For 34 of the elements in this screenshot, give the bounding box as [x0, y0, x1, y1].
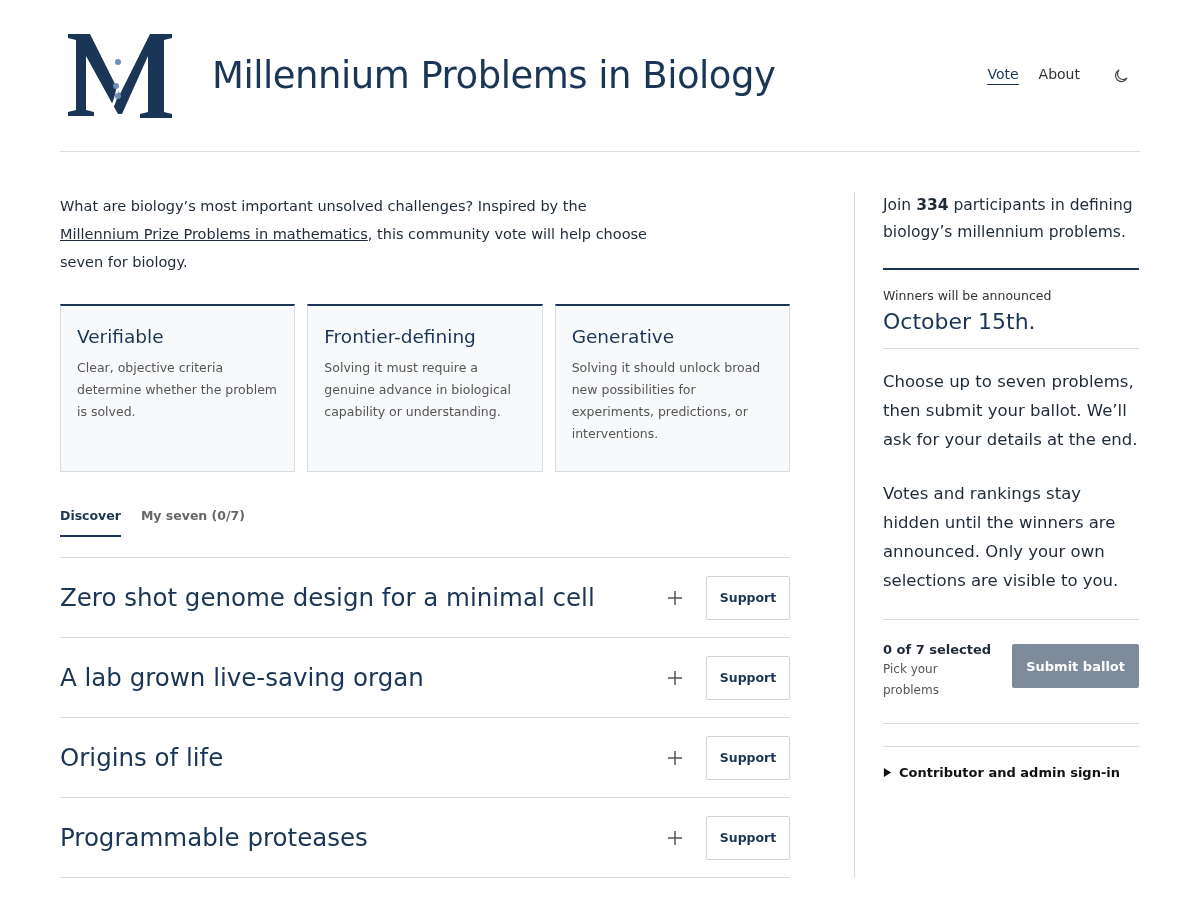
plus-icon[interactable]: [668, 670, 682, 685]
millennium-prize-link[interactable]: Millennium Prize Problems in mathematics: [60, 226, 368, 242]
participants-text: Join 334 participants in defining biology’s millennium problems.: [883, 192, 1139, 270]
problem-title[interactable]: Zero shot genome design for a minimal cell: [60, 583, 668, 612]
announcement-label: Winners will be announced: [883, 288, 1053, 303]
problem-title[interactable]: Origins of life: [60, 743, 668, 772]
plus-icon[interactable]: [668, 750, 682, 765]
announcement-date: October 15th.: [883, 309, 1037, 334]
caret-icon: [883, 768, 892, 777]
criterion-text: Solving it should unlock broad new possibilities for experiments, predictions, or interventions.: [571, 359, 762, 443]
selection-count: 0 of 7 selected: [883, 642, 992, 657]
selection-hint: Pick your problems: [883, 661, 940, 699]
support-button[interactable]: Support: [706, 655, 790, 700]
tab[interactable]: My seven (0/7): [140, 508, 245, 537]
intro-paragraph: What are biology’s most important unsolved challenges? Inspired by the Millennium Prize Problems in mathematics, this community vote will help choose seven for biology.: [60, 197, 649, 272]
criterion-text: Solving it must require a genuine advance in biological capability or understanding.: [324, 359, 512, 421]
problem-title[interactable]: A lab grown live-saving organ: [60, 663, 668, 692]
problem-title[interactable]: Programmable proteases: [60, 823, 668, 852]
site-title: Millennium Problems in Biology: [212, 54, 777, 97]
plus-icon[interactable]: [668, 590, 682, 605]
criterion-text: Clear, objective criteria determine whether the problem is solved.: [77, 359, 279, 421]
support-button[interactable]: Support: [706, 735, 790, 780]
criterion-title: Frontier-defining: [324, 326, 477, 347]
nav-link[interactable]: About: [1038, 66, 1080, 85]
tab[interactable]: Discover: [60, 508, 121, 537]
nav-link[interactable]: Vote: [987, 66, 1019, 85]
instructions-text: Choose up to seven problems, then submit your ballot. We’ll ask for your details at the end.: [883, 371, 1139, 451]
criterion-title: Verifiable: [77, 326, 165, 347]
plus-icon[interactable]: [668, 830, 682, 845]
sign-in-toggle[interactable]: Contributor and admin sign-in: [883, 765, 1121, 780]
criterion-title: Generative: [571, 326, 676, 347]
support-button[interactable]: Support: [706, 815, 790, 860]
support-button[interactable]: Support: [706, 575, 790, 620]
instructions-text: Votes and rankings stay hidden until the winners are announced. Only your own selections are visible to you.: [883, 483, 1120, 592]
